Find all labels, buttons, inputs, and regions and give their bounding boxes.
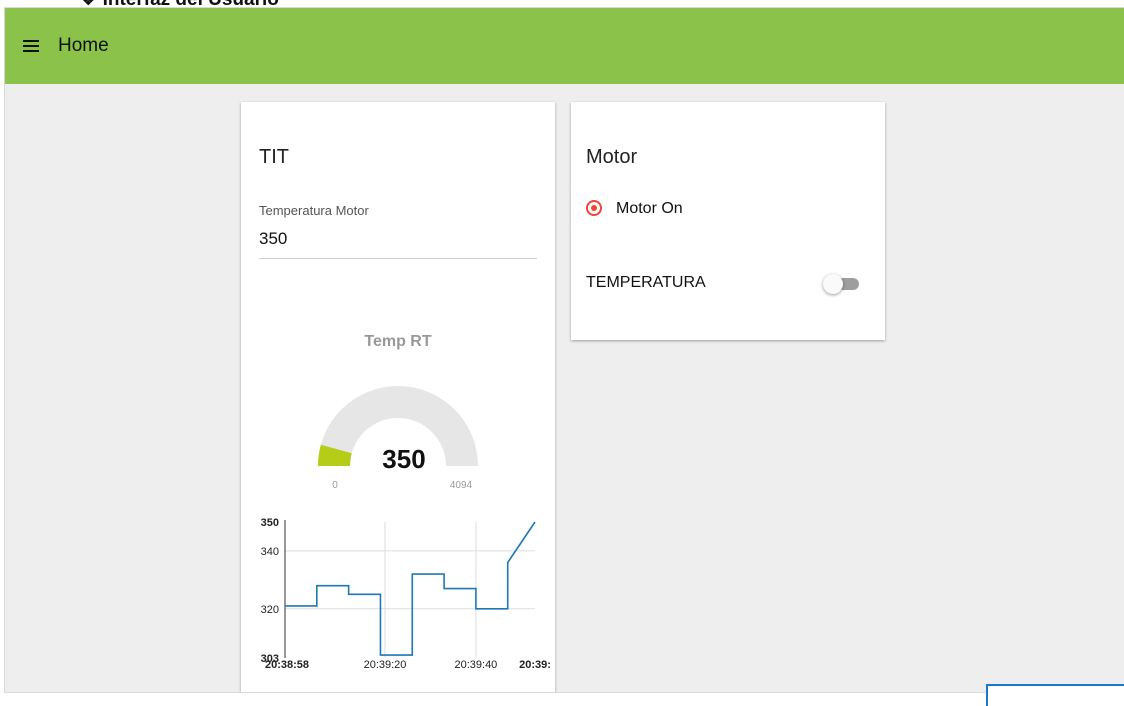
chart-x-tick-label: 20:38:58 <box>265 659 309 670</box>
chart-x-tick-label: 20:39:20 <box>364 659 407 670</box>
motor-on-label[interactable]: Motor On <box>616 200 683 218</box>
page-title: Home <box>58 35 109 56</box>
tit-card-title: TIT <box>259 146 289 168</box>
radio-selected-dot <box>591 205 597 211</box>
chart-x-tick-label: 20:39:40 <box>454 659 497 670</box>
temperatura-label: TEMPERATURA <box>586 274 706 291</box>
temperature-gauge: Temp RT 350 0 4094 <box>318 333 478 491</box>
tit-card: TIT Temperatura Motor 350 Temp RT 350 0 … <box>241 102 555 692</box>
menu-icon[interactable] <box>23 40 39 53</box>
gauge-max-label: 4094 <box>450 480 473 491</box>
field-underline <box>259 258 537 259</box>
gauge-min-label: 0 <box>332 480 338 491</box>
temperature-field-label: Temperatura Motor <box>259 203 369 218</box>
bullet-diamond-icon: ❖ <box>82 0 95 8</box>
top-toolbar: Home <box>5 8 1124 84</box>
temperature-line-chart: 30332034035020:38:58 20:39:20 20:39:40 20:3… <box>261 517 551 670</box>
motor-card: Motor Motor On TEMPERATURA <box>571 102 885 340</box>
chart-y-tick-label: 350 <box>261 517 279 529</box>
temperatura-switch[interactable] <box>823 274 861 294</box>
gauge-value: 350 <box>382 444 425 474</box>
chart-y-tick-label: 320 <box>261 604 279 616</box>
motor-on-radio[interactable] <box>586 200 602 216</box>
switch-thumb <box>823 274 843 294</box>
corner-element <box>986 684 1124 706</box>
app-window: Home TIT Temperatura Motor 350 Temp RT 3… <box>5 8 1124 692</box>
motor-card-title: Motor <box>586 146 638 168</box>
temperature-field-value: 350 <box>259 229 288 248</box>
chart-y-tick-label: 340 <box>261 546 279 558</box>
chart-series-line <box>285 521 536 656</box>
chart-x-tick-label: 20:39: <box>519 659 551 670</box>
gauge-title: Temp RT <box>364 333 431 350</box>
